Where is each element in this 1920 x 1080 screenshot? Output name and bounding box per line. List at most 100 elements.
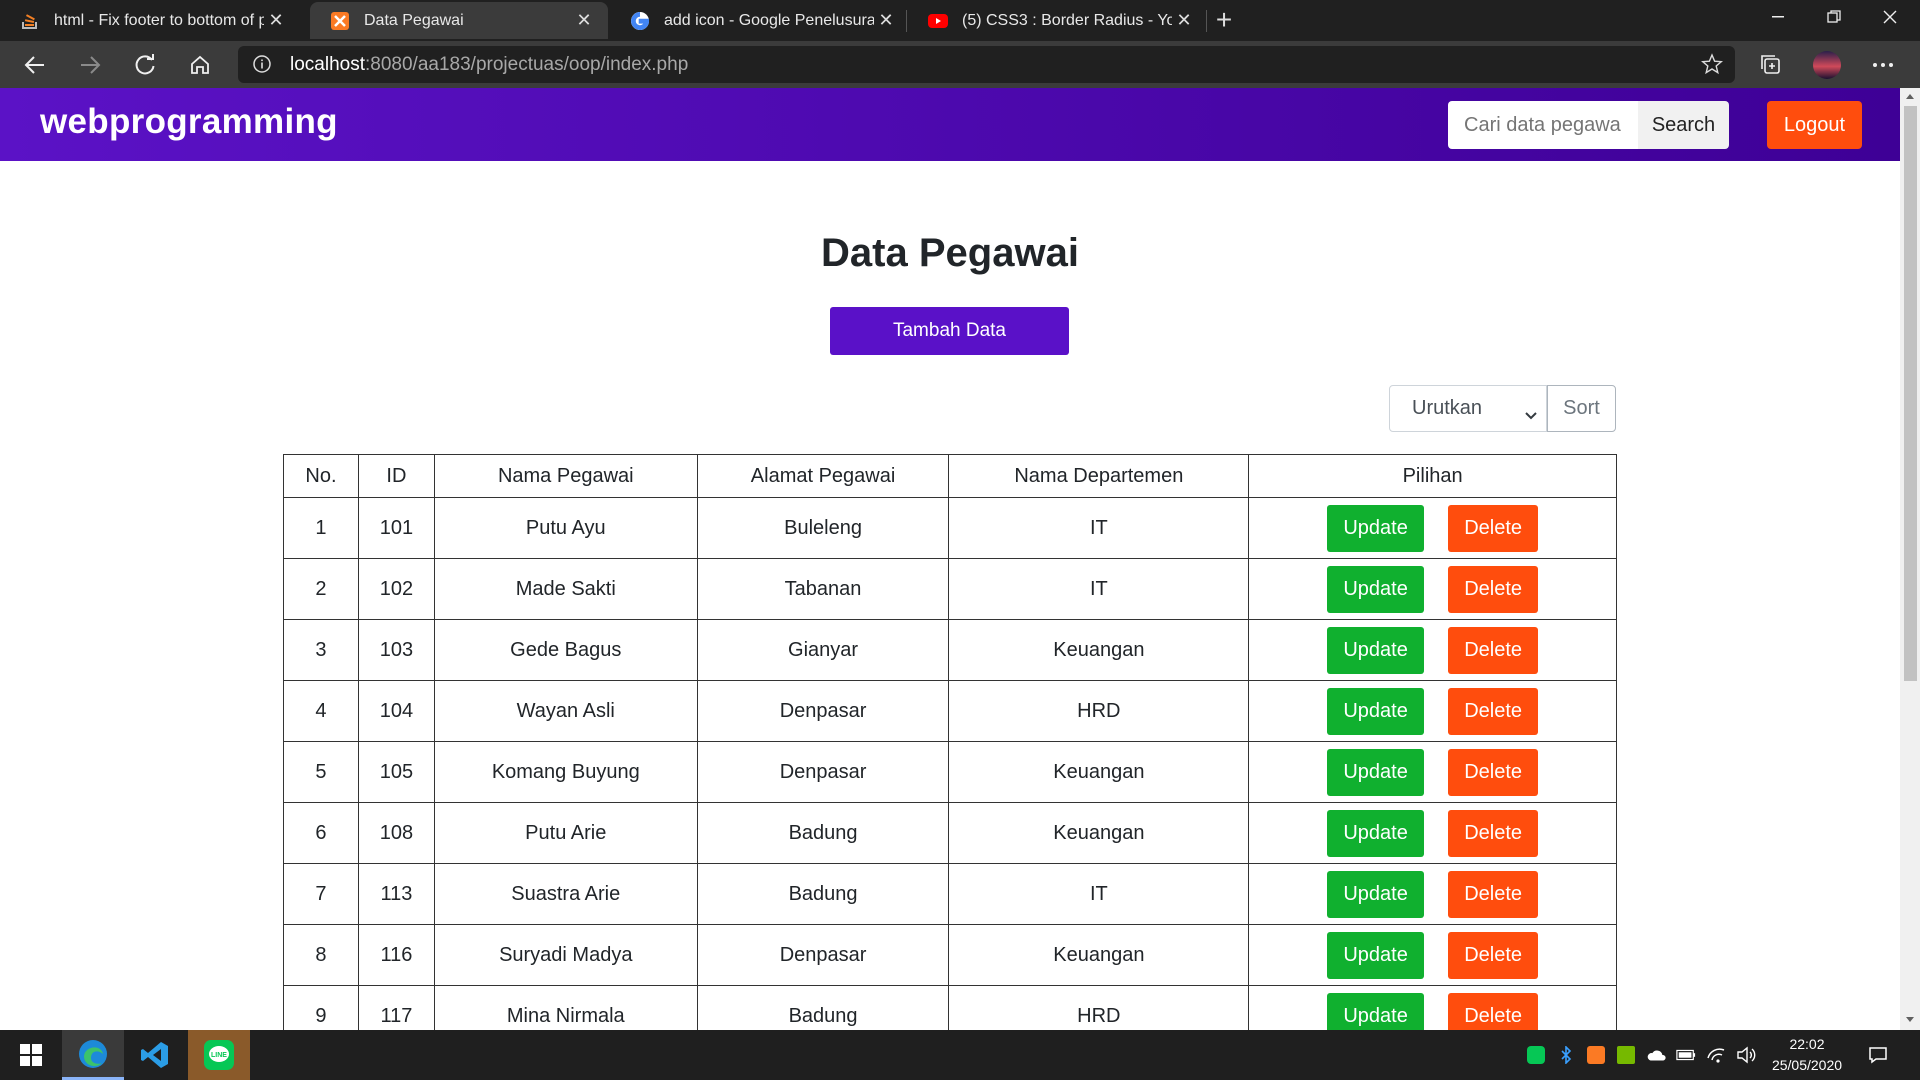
tab-title: html - Fix footer to bottom of pa <box>54 11 264 29</box>
column-header: Pilihan <box>1248 454 1617 498</box>
bluetooth-icon[interactable] <box>1556 1045 1576 1065</box>
url-host: localhost <box>290 54 365 75</box>
employee-name: Suryadi Madya <box>433 924 698 986</box>
delete-button[interactable]: Delete <box>1448 504 1539 552</box>
close-icon[interactable]: ✕ <box>264 10 288 31</box>
line-tray-icon[interactable] <box>1526 1045 1546 1065</box>
update-button[interactable]: Update <box>1327 504 1425 552</box>
new-tab-icon[interactable]: + <box>1212 4 1236 36</box>
department-name: Keuangan <box>948 802 1250 864</box>
employee-id: 103 <box>357 619 435 681</box>
delete-button[interactable]: Delete <box>1448 992 1539 1030</box>
employee-address: Gianyar <box>696 619 950 681</box>
url-text: localhost:8080/aa183/projectuas/oop/inde… <box>290 54 688 76</box>
scrollbar-thumb[interactable] <box>1904 106 1917 681</box>
update-button[interactable]: Update <box>1327 626 1425 674</box>
url-path: :8080/aa183/projectuas/oop/index.php <box>365 54 689 75</box>
search-button[interactable]: Search <box>1638 101 1729 149</box>
row-actions: Update Delete <box>1248 741 1617 803</box>
row-number: 6 <box>283 802 359 864</box>
onedrive-icon[interactable] <box>1646 1045 1666 1065</box>
page-viewport: webprogramming Search Logout Data Pegawa… <box>0 88 1900 1030</box>
favorite-star-icon[interactable] <box>1700 53 1724 75</box>
close-window-icon[interactable] <box>1862 0 1918 34</box>
tab-title: (5) CSS3 : Border Radius - YouTu <box>962 11 1172 29</box>
row-actions: Update Delete <box>1248 680 1617 742</box>
profile-avatar-icon[interactable] <box>1810 48 1844 82</box>
employee-address: Buleleng <box>696 497 950 559</box>
sort-button[interactable]: Sort <box>1547 385 1616 432</box>
edge-browser-icon[interactable] <box>62 1030 124 1080</box>
department-name: HRD <box>948 680 1250 742</box>
vertical-scrollbar[interactable] <box>1900 88 1920 1030</box>
scroll-down-icon[interactable] <box>1905 1016 1915 1024</box>
delete-button[interactable]: Delete <box>1448 809 1539 857</box>
wifi-icon[interactable] <box>1706 1045 1726 1065</box>
update-button[interactable]: Update <box>1327 931 1425 979</box>
vscode-icon[interactable] <box>124 1030 186 1080</box>
restore-icon[interactable] <box>1806 0 1862 34</box>
more-menu-icon[interactable] <box>1866 48 1900 82</box>
delete-button[interactable]: Delete <box>1448 565 1539 613</box>
forward-icon[interactable] <box>73 48 107 82</box>
browser-tab[interactable]: (5) CSS3 : Border Radius - YouTu ✕ <box>908 2 1208 39</box>
tab-divider <box>1206 10 1207 32</box>
delete-button[interactable]: Delete <box>1448 748 1539 796</box>
employee-address: Badung <box>696 863 950 925</box>
update-button[interactable]: Update <box>1327 565 1425 613</box>
update-button[interactable]: Update <box>1327 687 1425 735</box>
row-number: 9 <box>283 985 359 1030</box>
address-bar[interactable]: localhost:8080/aa183/projectuas/oop/inde… <box>238 46 1735 83</box>
browser-tab[interactable]: html - Fix footer to bottom of pa ✕ <box>0 2 300 39</box>
table-row: 2 102 Made Sakti Tabanan IT Update Delete <box>283 558 1617 620</box>
employee-name: Putu Ayu <box>433 497 698 559</box>
info-icon[interactable] <box>252 54 272 74</box>
collections-icon[interactable] <box>1754 48 1788 82</box>
nvidia-icon[interactable] <box>1616 1045 1636 1065</box>
update-button[interactable]: Update <box>1327 748 1425 796</box>
volume-icon[interactable] <box>1736 1045 1756 1065</box>
svg-text:LINE: LINE <box>211 1052 227 1059</box>
youtube-icon <box>928 11 948 31</box>
update-button[interactable]: Update <box>1327 992 1425 1030</box>
close-icon[interactable]: ✕ <box>874 10 898 31</box>
row-number: 3 <box>283 619 359 681</box>
scroll-up-icon[interactable] <box>1905 92 1915 100</box>
column-header: ID <box>357 454 435 498</box>
employee-address: Badung <box>696 985 950 1030</box>
refresh-icon[interactable] <box>128 48 162 82</box>
employee-name: Suastra Arie <box>433 863 698 925</box>
battery-icon[interactable] <box>1676 1045 1696 1065</box>
update-button[interactable]: Update <box>1327 870 1425 918</box>
clock-date: 25/05/2020 <box>1771 1057 1843 1073</box>
xampp-tray-icon[interactable] <box>1586 1045 1606 1065</box>
back-icon[interactable] <box>18 48 52 82</box>
logout-button[interactable]: Logout <box>1767 101 1862 149</box>
update-button[interactable]: Update <box>1327 809 1425 857</box>
browser-tab-active[interactable]: Data Pegawai ✕ <box>310 2 608 39</box>
add-data-button[interactable]: Tambah Data <box>830 307 1069 355</box>
site-brand[interactable]: webprogramming <box>40 102 338 142</box>
employee-id: 105 <box>357 741 435 803</box>
delete-button[interactable]: Delete <box>1448 687 1539 735</box>
delete-button[interactable]: Delete <box>1448 870 1539 918</box>
windows-taskbar: LINE 22:02 25/05/2020 <box>0 1030 1920 1080</box>
taskbar-clock[interactable]: 22:02 25/05/2020 <box>1762 1034 1852 1076</box>
search-input[interactable] <box>1448 101 1638 149</box>
sort-select[interactable]: Urutkan <box>1389 385 1547 432</box>
line-app-icon[interactable]: LINE <box>188 1030 250 1080</box>
windows-start-icon[interactable] <box>0 1030 62 1080</box>
notification-icon[interactable] <box>1868 1045 1888 1065</box>
home-icon[interactable] <box>183 48 217 82</box>
browser-tab[interactable]: add icon - Google Penelusuran ✕ <box>610 2 910 39</box>
delete-button[interactable]: Delete <box>1448 626 1539 674</box>
department-name: IT <box>948 558 1250 620</box>
chevron-down-icon <box>1524 404 1538 420</box>
delete-button[interactable]: Delete <box>1448 931 1539 979</box>
employee-name: Wayan Asli <box>433 680 698 742</box>
table-row: 9 117 Mina Nirmala Badung HRD Update Delete <box>283 985 1617 1030</box>
close-icon[interactable]: ✕ <box>572 10 596 31</box>
close-icon[interactable]: ✕ <box>1172 10 1196 31</box>
column-header: Alamat Pegawai <box>696 454 950 498</box>
minimize-icon[interactable] <box>1750 0 1806 34</box>
